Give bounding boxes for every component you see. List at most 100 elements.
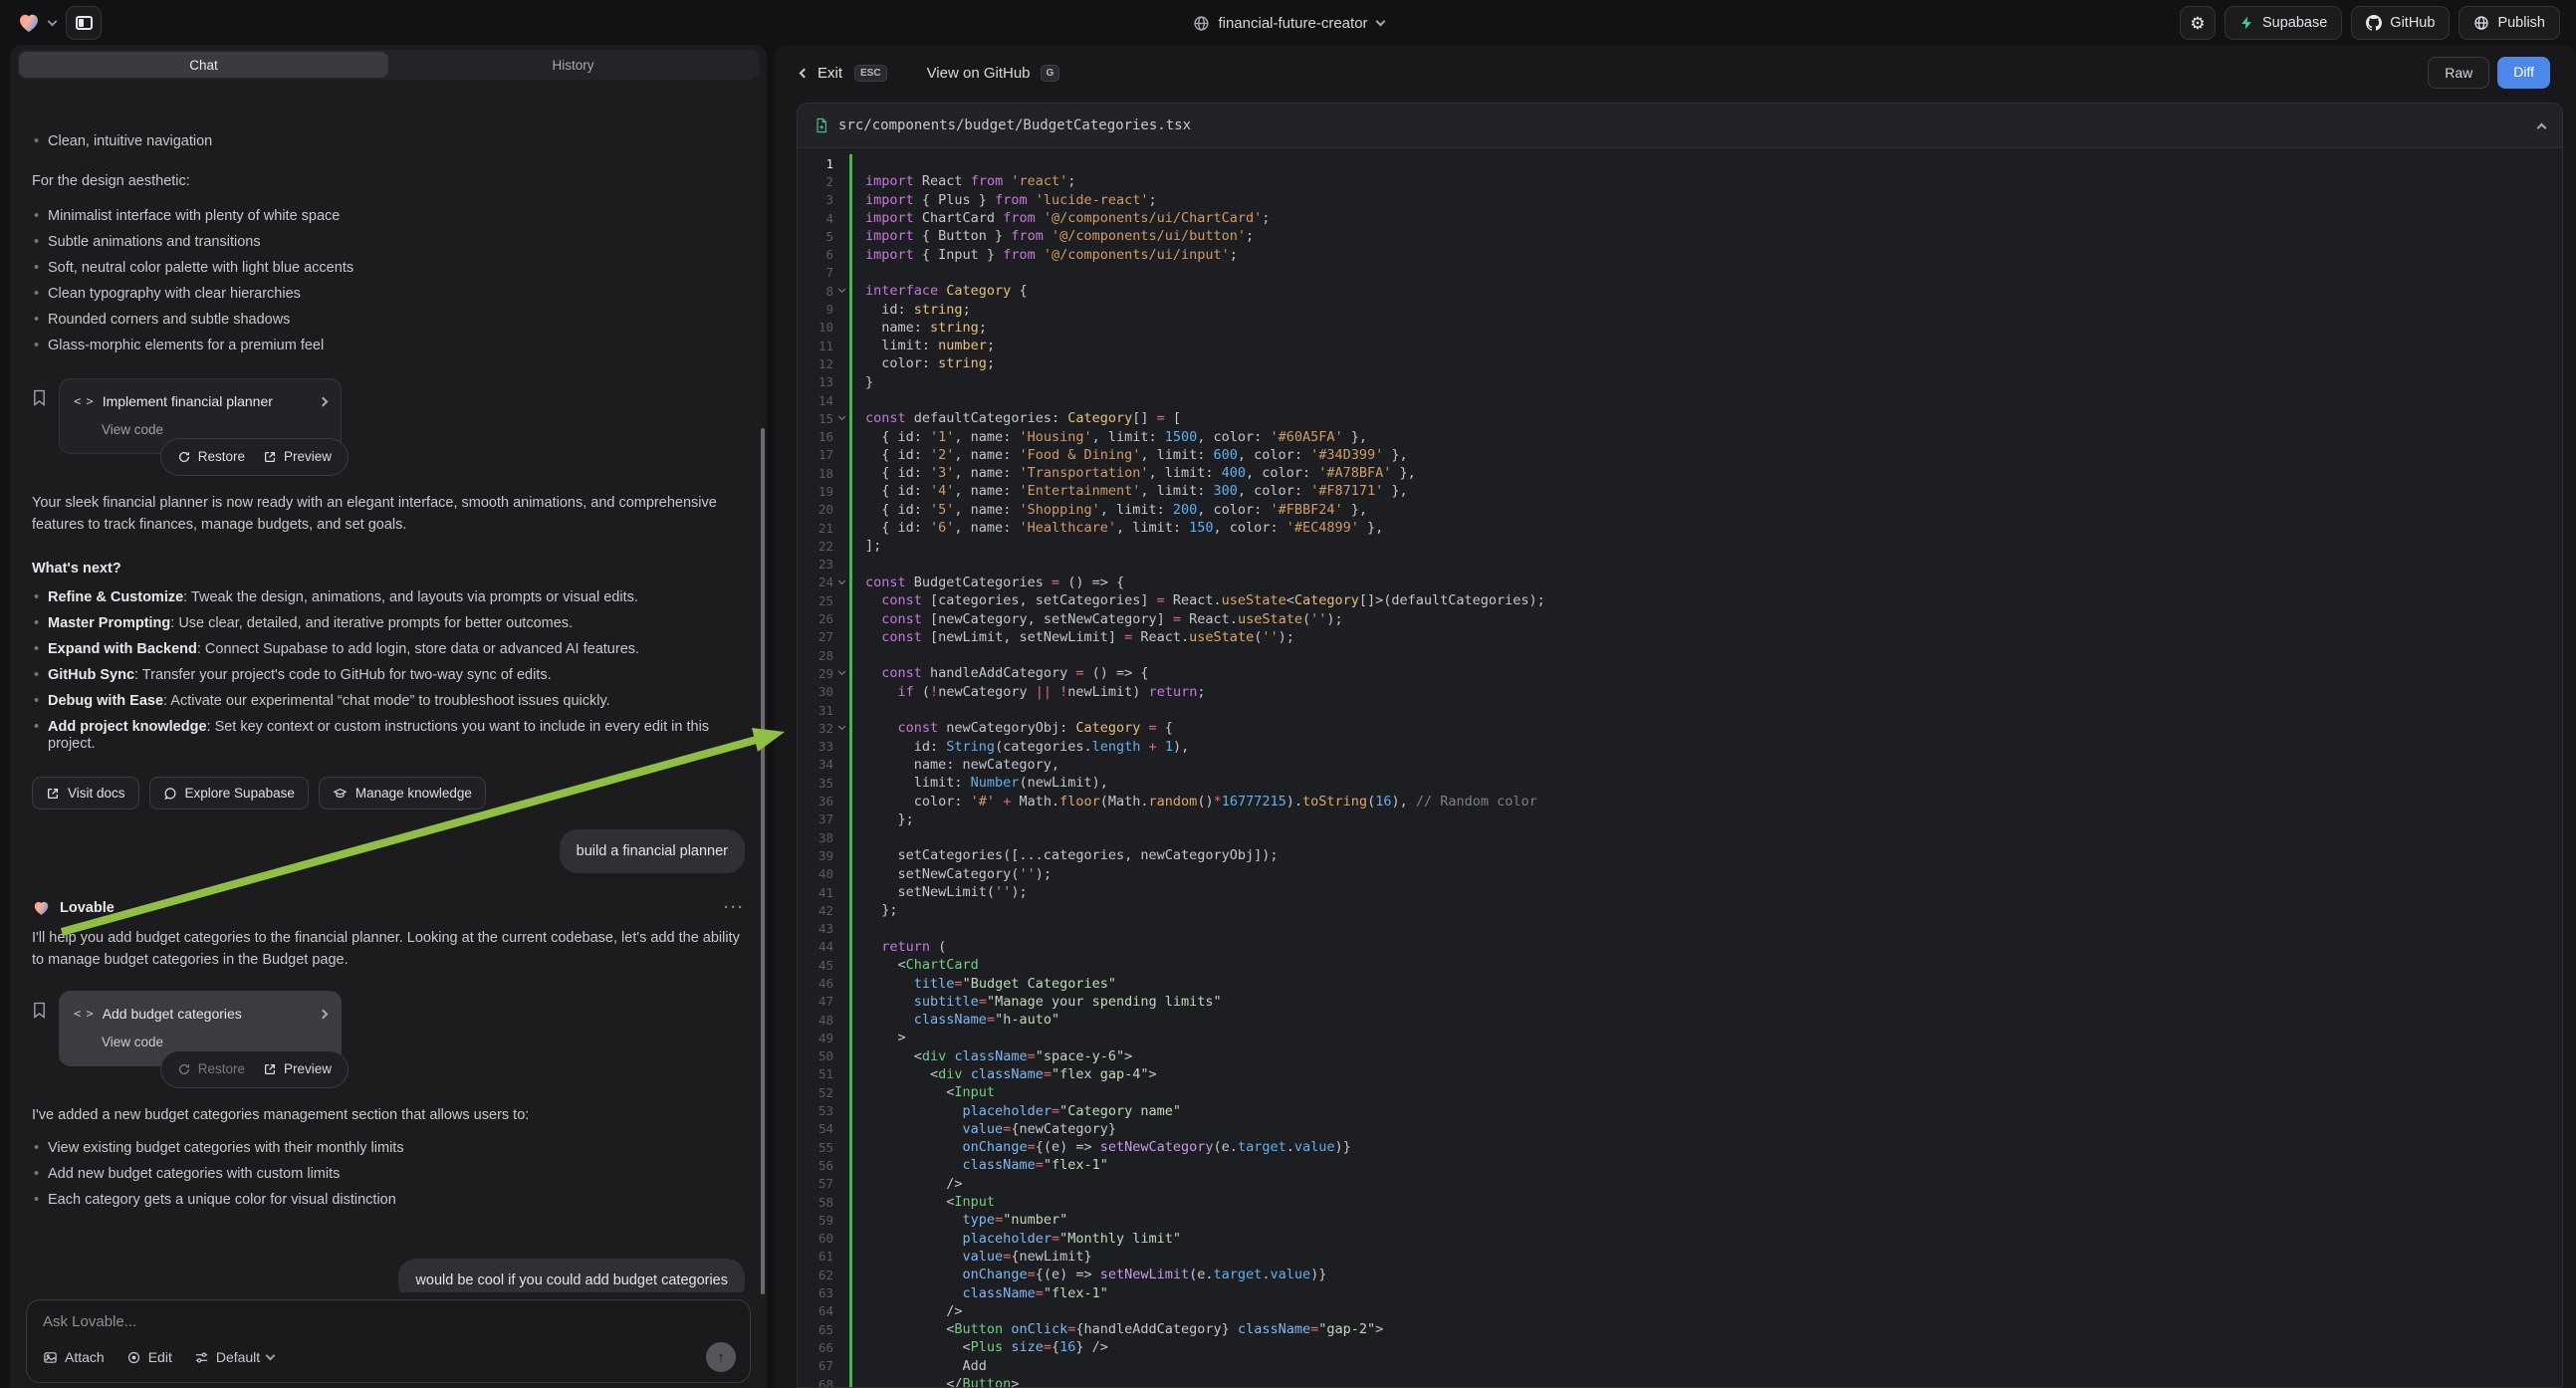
settings-button[interactable]: ⚙ [2180, 6, 2216, 40]
code-line: 10 name: string; [798, 319, 2562, 337]
explore-supabase-button[interactable]: Explore Supabase [149, 777, 309, 810]
code-line: 48 className="h-auto" [798, 1011, 2562, 1029]
restore-preview-pill: Restore Preview [160, 438, 349, 476]
list-item: Add new budget categories with custom li… [32, 1166, 745, 1183]
whats-next-heading: What's next? [32, 558, 745, 579]
code-line: 65 <Button onClick={handleAddCategory} c… [798, 1320, 2562, 1338]
file-header[interactable]: src/components/budget/BudgetCategories.t… [798, 104, 2562, 148]
code-line: 30 if (!newCategory || !newLimit) return… [798, 683, 2562, 701]
sliders-icon [194, 1350, 209, 1365]
code-line: 43 [798, 919, 2562, 937]
assistant-header: Lovable ··· [32, 897, 745, 919]
restore-button[interactable]: Restore [177, 1058, 245, 1080]
visit-docs-button[interactable]: Visit docs [32, 777, 139, 810]
tab-chat[interactable]: Chat [19, 52, 388, 78]
raw-toggle-button[interactable]: Raw [2428, 57, 2489, 89]
manage-knowledge-button[interactable]: Manage knowledge [319, 777, 486, 810]
design-bullet-list: Minimalist interface with plenty of whit… [32, 208, 745, 354]
chat-tabbar: Chat History [17, 50, 760, 80]
chat-scroll-area[interactable]: Clean, intuitive navigation For the desi… [10, 125, 767, 1292]
preview-button[interactable]: Preview [263, 446, 332, 468]
code-line: 57 /> [798, 1175, 2562, 1193]
composer: Attach Edit Default ↑ [26, 1299, 751, 1383]
supabase-label: Supabase [2262, 15, 2327, 31]
code-line: 6import { Input } from '@/components/ui/… [798, 245, 2562, 263]
mode-selector[interactable]: Default [194, 1349, 274, 1365]
code-icon: < > [74, 390, 93, 412]
code-line: 42 }; [798, 901, 2562, 919]
external-link-icon [263, 1062, 277, 1076]
code-line: 46 title="Budget Categories" [798, 974, 2562, 992]
toggle-sidebar-button[interactable] [66, 6, 102, 40]
code-line: 24const BudgetCategories = () => { [798, 574, 2562, 591]
github-label: GitHub [2390, 15, 2435, 31]
list-item: Expand with Backend: Connect Supabase to… [32, 641, 745, 658]
code-line: 29 const handleAddCategory = () => { [798, 664, 2562, 682]
code-line: 8interface Category { [798, 282, 2562, 300]
publish-globe-icon [2473, 15, 2489, 31]
code-line: 41 setNewLimit(''); [798, 883, 2562, 901]
g-shortcut-badge: G [1041, 65, 1060, 82]
code-line: 59 type="number" [798, 1211, 2562, 1229]
edit-button[interactable]: Edit [126, 1349, 172, 1365]
publish-label: Publish [2497, 15, 2545, 31]
tab-history[interactable]: History [388, 52, 758, 78]
chat-input[interactable] [43, 1313, 699, 1330]
supabase-button[interactable]: Supabase [2225, 6, 2342, 40]
attach-button[interactable]: Attach [43, 1349, 105, 1365]
code-editor[interactable]: 12import React from 'react';3import { Pl… [798, 148, 2562, 1387]
list-item: Clean typography with clear hierarchies [32, 286, 745, 303]
top-bar: financial-future-creator ⚙ Supabase GitH… [0, 0, 2576, 46]
list-item: Refine & Customize: Tweak the design, an… [32, 589, 745, 606]
diff-toggle-button[interactable]: Diff [2497, 57, 2550, 89]
file-added-icon [815, 117, 828, 133]
code-line: 47 subtitle="Manage your spending limits… [798, 993, 2562, 1011]
publish-button[interactable]: Publish [2459, 6, 2560, 40]
code-line: 58 <Input [798, 1193, 2562, 1211]
bookmark-icon[interactable] [32, 1001, 47, 1020]
code-line: 15const defaultCategories: Category[] = … [798, 409, 2562, 427]
send-button[interactable]: ↑ [706, 1342, 736, 1372]
code-line: 32 const newCategoryObj: Category = { [798, 719, 2562, 737]
code-line: 5import { Button } from '@/components/ui… [798, 227, 2562, 245]
code-line: 53 placeholder="Category name" [798, 1101, 2562, 1119]
restore-preview-pill: Restore Preview [160, 1050, 349, 1088]
code-line: 34 name: newCategory, [798, 756, 2562, 774]
github-button[interactable]: GitHub [2351, 6, 2450, 40]
code-line: 19 { id: '4', name: 'Entertainment', lim… [798, 482, 2562, 500]
code-line: 61 value={newLimit} [798, 1248, 2562, 1266]
list-item: Soft, neutral color palette with light b… [32, 260, 745, 277]
restore-button[interactable]: Restore [177, 446, 245, 468]
code-line: 68 </Button> [798, 1375, 2562, 1387]
added-intro-paragraph: I've added a new budget categories manag… [32, 1104, 745, 1126]
code-line: 37 }; [798, 810, 2562, 828]
message-menu-button[interactable]: ··· [724, 897, 745, 919]
next-steps-list: Refine & Customize: Tweak the design, an… [32, 589, 745, 753]
version-card-title: Add budget categories [103, 1003, 242, 1025]
view-on-github-button[interactable]: View on GitHub G [927, 65, 1060, 82]
version-card-implement-planner[interactable]: < > Implement financial planner View cod… [59, 378, 342, 454]
collapse-chevron-up-icon[interactable] [2537, 122, 2547, 132]
code-line: 62 onChange={(e) => setNewLimit(e.target… [798, 1266, 2562, 1283]
restore-icon [177, 1062, 191, 1076]
list-item: Minimalist interface with plenty of whit… [32, 208, 745, 225]
code-line: 7 [798, 264, 2562, 282]
code-line: 23 [798, 556, 2562, 574]
chat-scrollbar[interactable] [761, 428, 765, 1294]
project-switcher[interactable]: financial-future-creator [1192, 0, 1383, 46]
code-line: 18 { id: '3', name: 'Transportation', li… [798, 464, 2562, 482]
code-line: 36 color: '#' + Math.floor(Math.random()… [798, 792, 2562, 810]
lovable-logo-menu[interactable] [16, 11, 56, 35]
code-line: 25 const [categories, setCategories] = R… [798, 591, 2562, 609]
bookmark-icon[interactable] [32, 388, 47, 407]
code-line: 1 [798, 154, 2562, 172]
code-line: 4import ChartCard from '@/components/ui/… [798, 209, 2562, 227]
reply-paragraph: I'll help you add budget categories to t… [32, 927, 745, 971]
code-line: 39 setCategories([...categories, newCate… [798, 846, 2562, 864]
version-card-add-budget-categories[interactable]: < > Add budget categories View code Rest… [59, 991, 342, 1066]
code-line: 12 color: string; [798, 354, 2562, 372]
list-item: View existing budget categories with the… [32, 1140, 745, 1157]
code-line: 17 { id: '2', name: 'Food & Dining', lim… [798, 446, 2562, 464]
exit-button[interactable]: Exit [801, 65, 842, 82]
preview-button[interactable]: Preview [263, 1058, 332, 1080]
